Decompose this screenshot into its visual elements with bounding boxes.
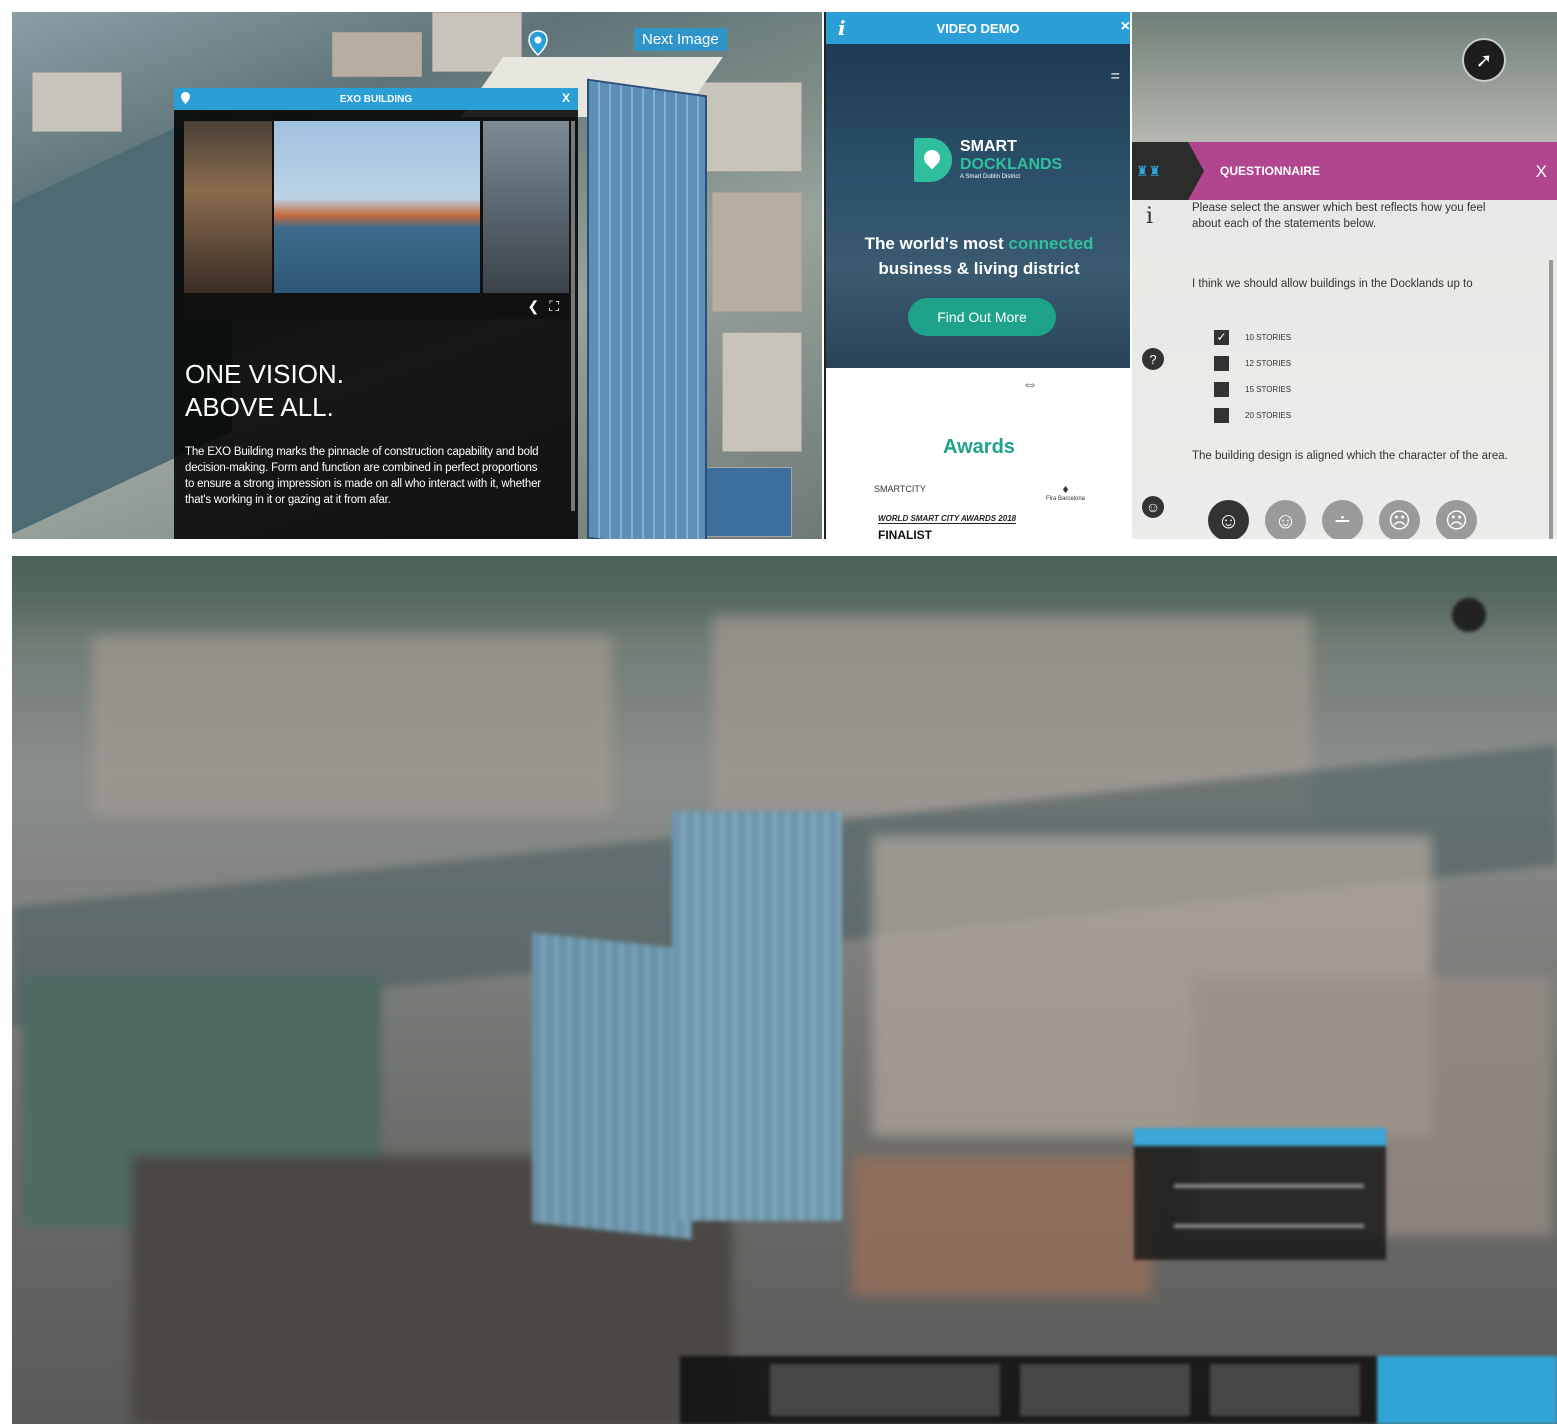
location-pin-icon[interactable] [528, 30, 548, 56]
checkbox-icon[interactable] [1214, 408, 1229, 423]
help-icon[interactable]: ? [1142, 348, 1164, 370]
answer-option[interactable]: ✓ 10 STORIES [1214, 330, 1291, 345]
video-demo-panel: i VIDEO DEMO × = SMART DOCKLANDS A Smart… [824, 12, 1130, 539]
find-out-more-button[interactable]: Find Out More [908, 298, 1056, 336]
scrollbar[interactable] [1549, 260, 1553, 539]
checkbox-icon[interactable] [1214, 356, 1229, 371]
hero-headline: business & living district [878, 259, 1080, 278]
exo-window-title: EXO BUILDING [339, 93, 413, 105]
map-building [712, 192, 802, 312]
heading-line: ONE VISION. [185, 359, 344, 389]
info-icon[interactable]: i [838, 16, 846, 40]
smiley-icon[interactable]: ☺ [1142, 496, 1164, 518]
rating-unhappy-icon[interactable]: ☹ [1379, 500, 1420, 539]
award-status: FINALIST [878, 528, 932, 539]
rating-scale: ☺ ☺ ∸ ☹ ☹ [1208, 500, 1477, 539]
blurred-bottom-toolbar [680, 1356, 1557, 1424]
question-text: The building design is aligned which the… [1192, 450, 1508, 462]
fira-barcelona-logo: ♦ Fira Barcelona [1046, 482, 1085, 502]
exo-description: The EXO Building marks the pinnacle of c… [185, 446, 541, 506]
map-building [332, 32, 422, 77]
checkbox-icon[interactable] [1214, 382, 1229, 397]
city-block [92, 636, 612, 816]
checkbox-checked-icon[interactable]: ✓ [1214, 330, 1229, 345]
gallery-image-current[interactable] [274, 121, 480, 293]
toolbar-segment[interactable] [1210, 1364, 1360, 1416]
video-title: VIDEO DEMO [936, 20, 1020, 36]
exo-titlebar: EXO BUILDING X [174, 88, 578, 110]
option-label: 12 STORIES [1245, 359, 1292, 368]
chevron-left-icon[interactable]: ❮ [527, 298, 539, 315]
rating-happy-icon[interactable]: ☺ [1265, 500, 1306, 539]
award-title: WORLD SMART CITY AWARDS 2018 [878, 514, 1017, 524]
exo-tower-model[interactable] [587, 78, 707, 539]
rating-very-happy-icon[interactable]: ☺ [1208, 500, 1249, 539]
map-building [722, 332, 802, 452]
city-block [852, 1156, 1152, 1296]
questionnaire-body: i Please select the answer which best re… [1132, 200, 1557, 539]
option-label: 10 STORIES [1245, 333, 1292, 342]
video-titlebar: i VIDEO DEMO × [826, 12, 1130, 44]
slider-control[interactable] [1174, 1224, 1364, 1228]
info-icon[interactable]: i [1146, 204, 1153, 229]
panel-titlebar [1134, 1128, 1386, 1146]
location-pin-icon [181, 92, 190, 104]
toolbar-action-button[interactable] [1377, 1356, 1557, 1424]
toolbar-segment[interactable] [1020, 1364, 1190, 1416]
compass-icon[interactable] [1452, 598, 1486, 632]
option-label: 20 STORIES [1245, 411, 1292, 420]
question-text: I think we should allow buildings in the… [1192, 278, 1473, 290]
next-image-button[interactable]: Next Image [634, 28, 727, 51]
rating-very-unhappy-icon[interactable]: ☹ [1436, 500, 1477, 539]
close-button[interactable]: X [562, 91, 570, 105]
heading-line: ABOVE ALL. [185, 392, 334, 422]
scrollbar[interactable] [571, 121, 575, 511]
hero-text: The world's most [864, 234, 1009, 253]
gallery-image-next[interactable] [483, 121, 569, 293]
smartcity-logo: SMARTCITY [874, 484, 926, 494]
hero-highlight: connected [1008, 234, 1094, 253]
toolbar-segment[interactable] [770, 1364, 1000, 1416]
fira-logo-text: Fira Barcelona [1046, 496, 1086, 502]
fullscreen-icon[interactable]: ⛶ [549, 298, 559, 315]
exo-building-wing[interactable] [532, 932, 692, 1240]
gallery-image-previous[interactable] [184, 121, 272, 293]
hero-headline: The world's most connected [826, 234, 1130, 254]
aerial-3d-scene[interactable] [12, 556, 1557, 1424]
map-building [702, 467, 792, 537]
exo-tower-model[interactable] [672, 811, 842, 1221]
slider-control[interactable] [1174, 1184, 1364, 1188]
blurred-control-panel[interactable] [1134, 1128, 1386, 1260]
logo-text: SMART [960, 138, 1017, 155]
map-building [32, 72, 122, 132]
close-icon[interactable]: × [1121, 18, 1130, 36]
top-panels: Next Image EXO BUILDING X ❮ ⛶ ONE VISION… [12, 12, 1557, 539]
image-gallery[interactable]: ❮ ⛶ [184, 121, 569, 319]
rating-neutral-icon[interactable]: ∸ [1322, 500, 1363, 539]
awards-heading: Awards [943, 436, 1015, 458]
option-label: 15 STORIES [1245, 385, 1292, 394]
questionnaire-title: QUESTIONNAIRE [1220, 164, 1321, 178]
exo-building-window: EXO BUILDING X ❮ ⛶ ONE VISION. ABOVE ALL… [174, 88, 578, 539]
logo-subtitle: A Smart Dublin District [960, 174, 1021, 180]
exo-heading: ONE VISION. ABOVE ALL. [185, 358, 344, 424]
logo-text: DOCKLANDS [960, 156, 1063, 173]
questionnaire-intro: Please select the answer which best refl… [1192, 202, 1486, 230]
close-button[interactable]: X [1536, 162, 1547, 182]
answer-option[interactable]: 12 STORIES [1214, 356, 1291, 371]
questionnaire-panel: ➚ ♜♜ QUESTIONNAIRE X i Please select the… [1132, 12, 1557, 539]
map-view-panel[interactable]: Next Image EXO BUILDING X ❮ ⛶ ONE VISION… [12, 12, 822, 539]
fira-logo-icon: ♦ [1062, 482, 1069, 496]
gallery-controls: ❮ ⛶ [527, 298, 559, 315]
answer-option[interactable]: 15 STORIES [1214, 382, 1291, 397]
video-hero[interactable]: = SMART DOCKLANDS A Smart Dublin Distric… [826, 44, 1130, 368]
menu-icon[interactable]: = [1111, 68, 1120, 86]
answer-option[interactable]: 20 STORIES [1214, 408, 1291, 423]
map-building [692, 82, 802, 172]
compass-icon[interactable]: ➚ [1462, 38, 1506, 82]
resize-icon[interactable]: ⇔ [1022, 376, 1038, 394]
